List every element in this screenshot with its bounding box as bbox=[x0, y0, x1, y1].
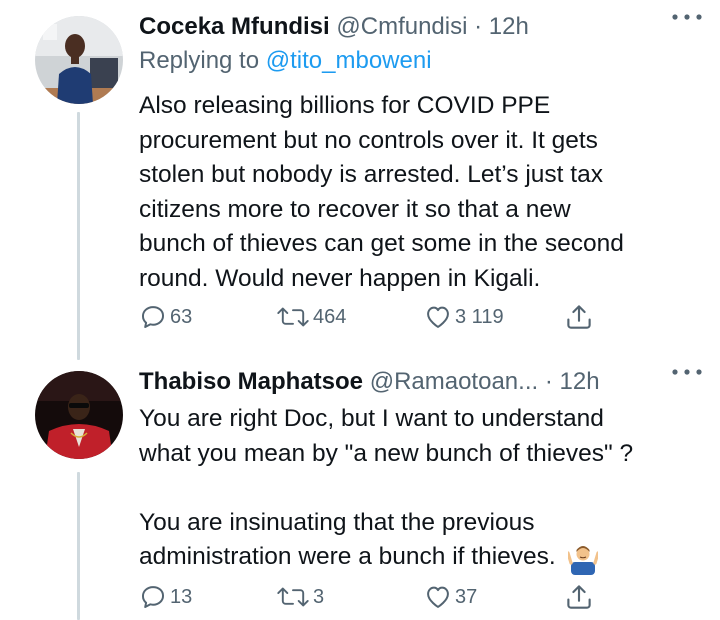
thread-line bbox=[77, 112, 80, 360]
retweet-button[interactable]: 3 bbox=[276, 580, 324, 614]
author-handle[interactable]: @Cmfundisi bbox=[336, 13, 467, 40]
tweet-text: Also releasing billions for COVID PPE pr… bbox=[139, 89, 699, 296]
reply-button[interactable]: 13 bbox=[139, 580, 192, 614]
more-options-icon[interactable] bbox=[670, 10, 704, 24]
text-line-with-emoji: administration were a bunch if thieves. bbox=[139, 540, 699, 575]
heart-icon bbox=[427, 586, 449, 608]
mention-link[interactable]: @tito_mboweni bbox=[266, 47, 432, 74]
text-line: what you mean by "a new bunch of thieves… bbox=[139, 439, 634, 467]
share-button[interactable] bbox=[564, 300, 594, 334]
text-line: Also releasing billions for COVID PPE bbox=[139, 92, 551, 119]
tweet-coceka[interactable]: Coceka Mfundisi @Cmfundisi · 12h Replyin… bbox=[0, 0, 720, 360]
timestamp[interactable]: 12h bbox=[489, 13, 529, 40]
replying-to: Replying to @tito_mboweni bbox=[139, 46, 432, 76]
like-button[interactable]: 37 bbox=[424, 580, 477, 614]
reply-count: 13 bbox=[170, 585, 193, 608]
author-name[interactable]: Thabiso Maphatsoe bbox=[139, 368, 363, 395]
reply-count: 63 bbox=[170, 305, 193, 328]
text-line: You are right Doc, but I want to underst… bbox=[139, 405, 604, 432]
thread-line bbox=[77, 472, 80, 620]
timestamp[interactable]: 12h bbox=[560, 368, 600, 395]
reply-icon bbox=[141, 306, 165, 329]
avatar-photo bbox=[35, 16, 123, 104]
text-line: round. Would never happen in Kigali. bbox=[139, 264, 541, 292]
reply-button[interactable]: 63 bbox=[139, 300, 192, 334]
tweet-thabiso[interactable]: Thabiso Maphatsoe @Ramaotoan... · 12h Yo… bbox=[0, 355, 720, 620]
action-bar: 63 464 3 119 bbox=[139, 300, 609, 334]
text-line: stolen but nobody is arrested. Let’s jus… bbox=[139, 161, 603, 188]
replying-label: Replying to bbox=[139, 47, 260, 74]
text-line: citizens more to recover it so that a ne… bbox=[139, 195, 571, 223]
text-line: procurement but no controls over it. It … bbox=[139, 126, 598, 154]
retweet-icon bbox=[277, 307, 309, 327]
paragraph: You are insinuating that the previous ad… bbox=[139, 506, 699, 575]
man-shrugging-emoji bbox=[567, 545, 598, 575]
author-name[interactable]: Coceka Mfundisi bbox=[139, 13, 330, 40]
separator-dot: · bbox=[474, 13, 483, 40]
like-count: 37 bbox=[455, 585, 478, 608]
avatar-photo bbox=[35, 371, 123, 459]
heart-icon bbox=[427, 306, 449, 328]
paragraph: You are right Doc, but I want to underst… bbox=[139, 402, 699, 471]
text-line: You are insinuating that the previous bbox=[139, 508, 535, 536]
text-line: bunch of thieves can get some in the sec… bbox=[139, 230, 624, 257]
retweet-button[interactable]: 464 bbox=[276, 300, 346, 334]
retweet-count: 464 bbox=[313, 305, 347, 328]
share-icon bbox=[567, 585, 591, 609]
share-icon bbox=[567, 305, 591, 329]
like-count: 3 119 bbox=[455, 305, 504, 328]
avatar[interactable] bbox=[35, 371, 123, 459]
author-handle[interactable]: @Ramaotoan... bbox=[370, 368, 538, 395]
action-bar: 13 3 37 bbox=[139, 580, 609, 614]
retweet-count: 3 bbox=[313, 585, 325, 608]
tweet-text: You are right Doc, but I want to underst… bbox=[139, 402, 699, 575]
more-options-icon[interactable] bbox=[670, 365, 704, 379]
tweet-header: Coceka Mfundisi @Cmfundisi · 12h bbox=[139, 12, 700, 42]
reply-icon bbox=[141, 586, 165, 609]
like-button[interactable]: 3 119 bbox=[424, 300, 504, 334]
share-button[interactable] bbox=[564, 580, 594, 614]
tweet-header: Thabiso Maphatsoe @Ramaotoan... · 12h bbox=[139, 367, 700, 397]
avatar[interactable] bbox=[35, 16, 123, 104]
text-line: administration were a bunch if thieves. bbox=[139, 543, 556, 570]
separator-dot: · bbox=[544, 368, 553, 395]
retweet-icon bbox=[277, 587, 309, 607]
